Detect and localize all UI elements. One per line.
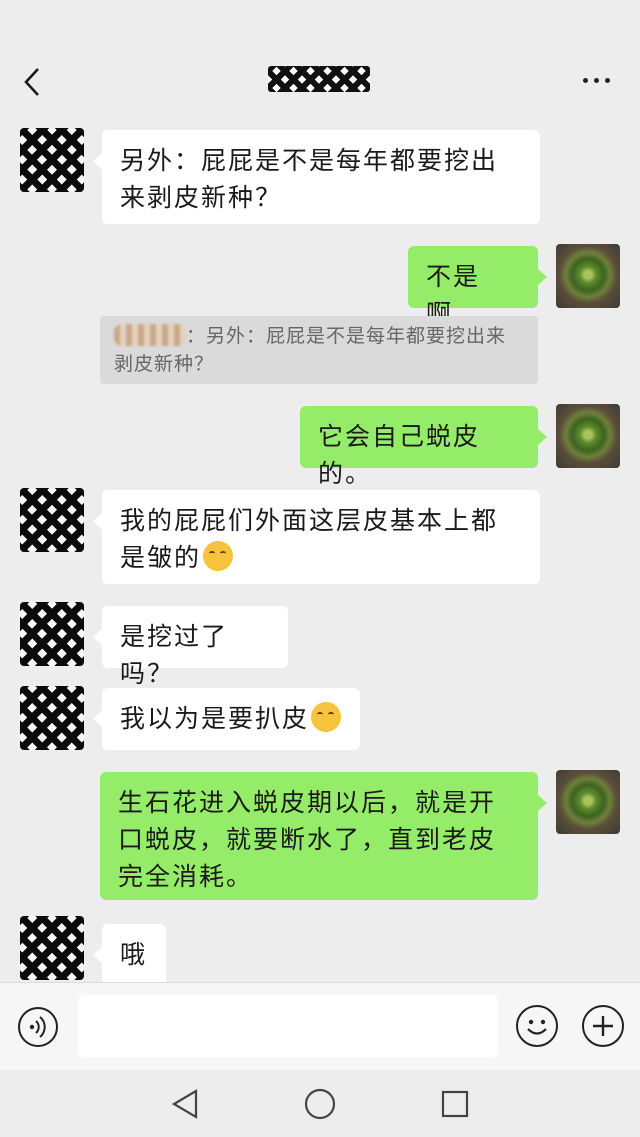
emoji-button[interactable] [516,1005,558,1047]
smiling-face-emoji-icon [203,541,234,571]
smiling-face-emoji-icon [311,702,342,732]
message-bubble-incoming[interactable]: 哦 [93,924,166,986]
message-bubble-incoming[interactable]: 另外：屁屁是不是每年都要挖出来剥皮新种？ [93,130,540,224]
quote-author-masked [114,324,186,346]
peer-avatar[interactable] [20,128,84,192]
add-button[interactable] [582,1005,624,1047]
message-text: 哦 [120,940,148,969]
nav-home-circle-icon[interactable] [303,1087,337,1121]
message-bubble-incoming[interactable]: 我以为是要扒皮 [93,688,360,750]
message-text: 生石花进入蜕皮期以后，就是开口蜕皮，就要断水了，直到老皮完全消耗。 [118,788,497,891]
plus-icon [593,1016,613,1036]
emoji-icon [527,1019,547,1035]
more-dot [593,77,599,83]
peer-avatar[interactable] [20,686,84,750]
more-dot [604,77,610,83]
quoted-message[interactable]: ：另外：屁屁是不是每年都要挖出来剥皮新种？ [100,316,538,384]
peer-avatar[interactable] [20,602,84,666]
my-avatar[interactable] [556,404,620,468]
message-text: 是挖过了吗？ [120,622,229,688]
system-nav-bar [0,1070,640,1137]
voice-button[interactable] [18,1007,58,1047]
nav-back-triangle-icon[interactable] [170,1088,200,1120]
more-button[interactable] [572,62,620,98]
more-dots-icon [582,77,588,83]
message-bubble-incoming[interactable]: 我的屁屁们外面这层皮基本上都是皱的 [93,490,540,584]
chat-header [0,0,640,120]
back-button[interactable] [14,62,50,102]
message-bubble-outgoing[interactable]: 它会自己蜕皮的。 [300,406,547,488]
message-bubble-outgoing[interactable]: 不是啊。 [408,246,547,328]
peer-avatar[interactable] [20,488,84,552]
voice-icon [29,1016,46,1038]
my-avatar[interactable] [556,244,620,308]
message-bubble-incoming[interactable]: 是挖过了吗？ [93,606,288,688]
my-avatar[interactable] [556,770,620,834]
message-text: 另外：屁屁是不是每年都要挖出来剥皮新种？ [120,146,499,212]
message-text: 我的屁屁们外面这层皮基本上都是皱的 [120,506,499,572]
message-input[interactable] [78,995,498,1057]
input-bar [0,982,640,1071]
message-text: 我以为是要扒皮 [120,704,310,733]
chevron-left-icon [24,68,39,96]
nav-recents-square-icon[interactable] [440,1089,470,1119]
message-bubble-outgoing[interactable]: 生石花进入蜕皮期以后，就是开口蜕皮，就要断水了，直到老皮完全消耗。 [100,772,547,900]
message-text: 它会自己蜕皮的。 [318,422,481,488]
peer-avatar[interactable] [20,916,84,980]
